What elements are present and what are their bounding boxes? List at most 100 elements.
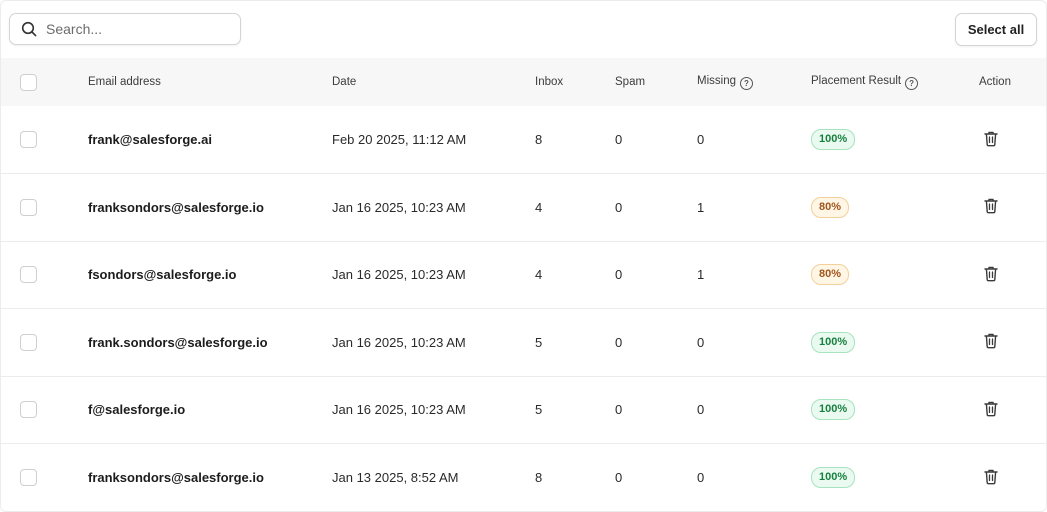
- header-action-label: Action: [979, 76, 1011, 88]
- trash-icon: [984, 401, 998, 417]
- trash-icon: [984, 131, 998, 146]
- header-inbox: Inbox: [520, 58, 600, 106]
- placement-result-badge: 100%: [811, 467, 856, 488]
- header-date: Date: [317, 58, 520, 106]
- delete-button[interactable]: [983, 265, 999, 285]
- inbox-count-cell: 5: [535, 334, 543, 350]
- delete-button[interactable]: [983, 197, 999, 217]
- placement-result-cell: 100%: [796, 106, 966, 174]
- inbox-count-cell: 4: [535, 199, 543, 215]
- row-checkbox[interactable]: [20, 401, 37, 419]
- header-email-label: Email address: [88, 76, 161, 88]
- placement-result-cell: 100%: [796, 444, 966, 512]
- header-checkbox-cell: [1, 58, 73, 106]
- action-cell: [966, 106, 1046, 174]
- select-all-button[interactable]: Select all: [955, 13, 1037, 46]
- row-checkbox-cell: [1, 106, 73, 174]
- table-row: franksondors@salesforge.io Jan 16 2025, 1…: [1, 173, 1046, 242]
- trash-icon: [984, 198, 998, 214]
- placement-result-badge: 80%: [811, 196, 850, 218]
- delete-button[interactable]: [983, 400, 999, 420]
- missing-help-icon[interactable]: ?: [739, 76, 753, 90]
- missing-count-cell: 0: [697, 334, 705, 350]
- row-checkbox[interactable]: [20, 266, 37, 284]
- table-row: f@salesforge.io Jan 16 2025, 10:23 AM 5 0 0 1…: [1, 376, 1046, 444]
- delete-button[interactable]: [983, 468, 999, 488]
- placement-result-badge: 100%: [811, 129, 856, 150]
- row-checkbox-cell: [1, 376, 73, 444]
- header-email: Email address: [73, 58, 317, 106]
- placement-result-badge: 80%: [811, 264, 850, 286]
- delete-button[interactable]: [983, 130, 999, 150]
- row-checkbox[interactable]: [20, 198, 37, 216]
- table-row: fsondors@salesforge.io Jan 16 2025, 10:23…: [1, 241, 1046, 309]
- select-all-checkbox[interactable]: [20, 73, 37, 91]
- placement-result-help-icon[interactable]: ?: [905, 76, 919, 90]
- table-row: frank@salesforge.ai Feb 20 2025, 11:12 AM…: [1, 106, 1046, 174]
- placement-result-cell: 80%: [796, 174, 966, 242]
- trash-icon: [984, 333, 998, 349]
- spam-count-cell: 0: [615, 132, 623, 147]
- date-cell: Jan 16 2025, 10:23 AM: [332, 267, 466, 283]
- missing-count-cell: 0: [697, 470, 705, 485]
- header-inbox-label: Inbox: [535, 76, 564, 88]
- placement-result-cell: 100%: [796, 309, 966, 377]
- header-placement-result: Placement Result?: [796, 58, 966, 106]
- row-checkbox-cell: [1, 241, 73, 309]
- inbox-count-cell: 8: [535, 132, 543, 147]
- email-cell: frank.sondors@salesforge.io: [88, 334, 268, 350]
- spam-count-cell: 0: [615, 470, 623, 485]
- header-missing-label: Missing: [697, 74, 736, 87]
- table-row: frank.sondors@salesforge.io Jan 16 2025, …: [1, 308, 1046, 377]
- email-cell: fsondors@salesforge.io: [88, 267, 237, 283]
- placement-result-badge: 100%: [811, 331, 856, 353]
- spam-count-cell: 0: [615, 267, 623, 283]
- email-cell: franksondors@salesforge.io: [88, 199, 264, 215]
- trash-icon: [984, 469, 998, 484]
- table-header-row: Email address Date Inbox Spam Missing? P…: [1, 58, 1046, 106]
- missing-count-cell: 1: [697, 199, 705, 215]
- search-input[interactable]: [46, 21, 216, 37]
- header-missing: Missing?: [682, 58, 796, 106]
- header-spam: Spam: [600, 58, 682, 106]
- table-row: franksondors@salesforge.io Jan 13 2025, 8…: [1, 443, 1046, 512]
- results-table: Email address Date Inbox Spam Missing? P…: [1, 58, 1046, 511]
- date-cell: Jan 16 2025, 10:23 AM: [332, 199, 466, 215]
- search-box[interactable]: [9, 13, 241, 45]
- row-checkbox[interactable]: [20, 131, 37, 148]
- date-cell: Jan 13 2025, 8:52 AM: [332, 470, 459, 485]
- toolbar: Select all: [1, 1, 1046, 58]
- row-checkbox[interactable]: [20, 333, 37, 351]
- date-cell: Jan 16 2025, 10:23 AM: [332, 402, 466, 418]
- action-cell: [966, 444, 1046, 512]
- action-cell: [966, 376, 1046, 444]
- placement-result-badge: 100%: [811, 399, 856, 421]
- row-checkbox[interactable]: [20, 469, 37, 486]
- header-action: Action: [966, 58, 1046, 106]
- placement-result-cell: 80%: [796, 241, 966, 309]
- email-cell: frank@salesforge.ai: [88, 132, 212, 147]
- date-cell: Jan 16 2025, 10:23 AM: [332, 334, 466, 350]
- email-cell: f@salesforge.io: [88, 402, 186, 418]
- placement-results-panel: Select all Email address Date Inbox Spam…: [0, 0, 1047, 512]
- search-icon: [21, 21, 37, 37]
- header-spam-label: Spam: [615, 76, 646, 88]
- header-placement-result-label: Placement Result: [811, 74, 902, 87]
- missing-count-cell: 0: [697, 132, 705, 147]
- action-cell: [966, 174, 1046, 242]
- trash-icon: [984, 266, 998, 282]
- header-date-label: Date: [332, 76, 357, 88]
- placement-result-cell: 100%: [796, 376, 966, 444]
- row-checkbox-cell: [1, 174, 73, 242]
- spam-count-cell: 0: [615, 402, 623, 418]
- row-checkbox-cell: [1, 444, 73, 512]
- missing-count-cell: 0: [697, 402, 705, 418]
- date-cell: Feb 20 2025, 11:12 AM: [332, 132, 467, 147]
- table-body: frank@salesforge.ai Feb 20 2025, 11:12 AM…: [1, 106, 1046, 511]
- row-checkbox-cell: [1, 309, 73, 377]
- delete-button[interactable]: [983, 332, 999, 352]
- inbox-count-cell: 4: [535, 267, 543, 283]
- spam-count-cell: 0: [615, 199, 623, 215]
- action-cell: [966, 309, 1046, 377]
- missing-count-cell: 1: [697, 267, 705, 283]
